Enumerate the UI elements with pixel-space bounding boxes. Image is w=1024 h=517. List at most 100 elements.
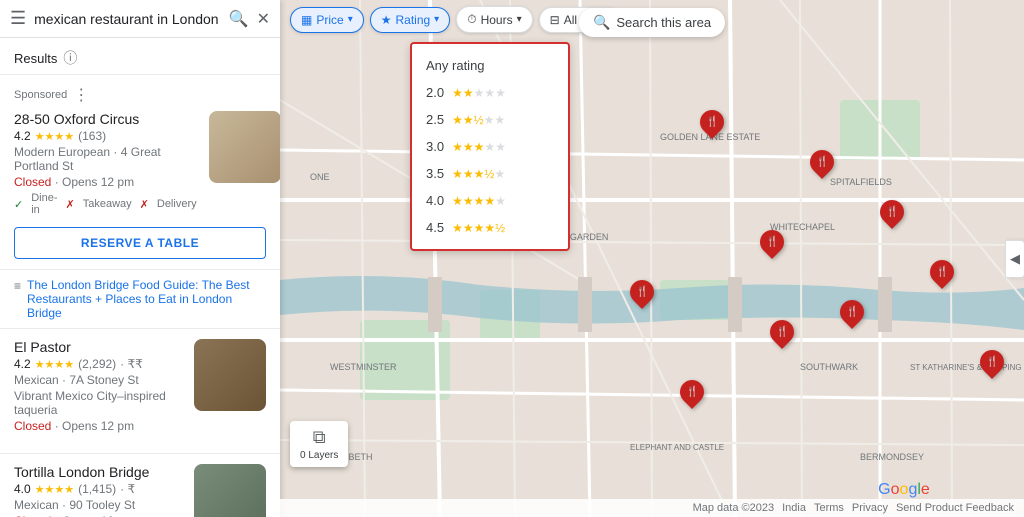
sponsored-type: Modern European · 4 Great Portland St	[14, 145, 201, 173]
map-pin-5[interactable]: 🍴	[840, 300, 864, 324]
map-pin-2[interactable]: 🍴	[810, 150, 834, 174]
rating-tortilla: 4.0	[14, 482, 31, 496]
filters-icon: ⊟	[550, 13, 560, 27]
desc-el-pastor: Vibrant Mexico City–inspired taqueria	[14, 389, 186, 417]
sponsored-thumbnail	[209, 111, 280, 183]
layers-label: 0 Layers	[300, 450, 338, 461]
map-pin-1[interactable]: 🍴	[700, 110, 724, 134]
stars-tortilla: ★★★★	[35, 483, 74, 496]
map-area[interactable]: SPITALFIELDS ONE SOUTHWARK WESTMINSTER L…	[280, 0, 1024, 517]
sponsored-features: ✓Dine-in ✗Takeaway ✗Delivery	[14, 192, 201, 216]
layers-button[interactable]: ⧉ 0 Layers	[290, 421, 348, 467]
sponsored-status: Closed · Opens 12 pm	[14, 175, 201, 189]
place-item-tortilla[interactable]: Tortilla London Bridge 4.0 ★★★★ (1,415) …	[0, 454, 280, 517]
rating-value-25: 2.5	[426, 112, 444, 127]
sponsored-rating: 4.2	[14, 129, 31, 143]
reviews-tortilla: (1,415)	[78, 482, 116, 496]
search-input[interactable]	[34, 11, 221, 27]
svg-text:SPITALFIELDS: SPITALFIELDS	[830, 177, 892, 187]
results-list: Sponsored ⋮ 28-50 Oxford Circus 4.2 ★★★★…	[0, 75, 280, 517]
blog-item[interactable]: ≡ The London Bridge Food Guide: The Best…	[0, 270, 280, 329]
price-chevron: ▾	[348, 14, 353, 25]
search-area-icon: 🔍	[593, 14, 610, 31]
rating-value-2: 2.0	[426, 85, 444, 100]
rating-value-35: 3.5	[426, 166, 444, 181]
svg-text:ELEPHANT AND CASTLE: ELEPHANT AND CASTLE	[630, 443, 724, 452]
svg-text:ONE: ONE	[310, 172, 330, 182]
rating-value-4: 4.0	[426, 193, 444, 208]
hours-filter-button[interactable]: ⏱ Hours ▾	[456, 6, 532, 33]
send-feedback-link[interactable]: Send Product Feedback	[896, 502, 1014, 514]
rating-filter-button[interactable]: ★ Rating ▾	[370, 7, 450, 33]
price-label: Price	[316, 13, 343, 27]
rating-label: Rating	[395, 13, 430, 27]
thumbnail-tortilla	[194, 464, 266, 517]
price-icon: ▦	[301, 13, 312, 27]
rating-option-35[interactable]: 3.5 ★★★½★	[412, 160, 568, 187]
rating-option-any[interactable]: Any rating	[412, 52, 568, 79]
map-pin-10[interactable]: 🍴	[980, 350, 1004, 374]
rating-option-4[interactable]: 4.0 ★★★★★	[412, 187, 568, 214]
sponsored-card[interactable]: 28-50 Oxford Circus 4.2 ★★★★ (163) Moder…	[14, 111, 266, 219]
rating-stars-35: ★★★½★	[452, 167, 505, 181]
close-icon[interactable]: ✕	[257, 9, 270, 29]
blog-icon: ≡	[14, 279, 21, 293]
svg-text:WESTMINSTER: WESTMINSTER	[330, 362, 397, 372]
map-data-label: Map data ©2023	[693, 502, 775, 514]
place-item-el-pastor[interactable]: El Pastor 4.2 ★★★★ (2,292) · ₹₹ Mexican …	[0, 329, 280, 454]
rating-stars-4: ★★★★★	[452, 194, 506, 208]
hamburger-icon[interactable]: ☰	[10, 8, 26, 29]
search-area-label: Search this area	[616, 15, 711, 30]
rating-any-label: Any rating	[426, 58, 485, 73]
rating-option-3[interactable]: 3.0 ★★★★★	[412, 133, 568, 160]
rating-option-45[interactable]: 4.5 ★★★★½	[412, 214, 568, 241]
google-logo: Google	[878, 481, 930, 499]
collapse-panel-button[interactable]: ◀	[1005, 240, 1024, 278]
stars-el-pastor: ★★★★	[35, 358, 74, 371]
hours-label: Hours	[481, 13, 513, 27]
rating-chevron: ▾	[434, 14, 439, 25]
sponsored-menu-icon[interactable]: ⋮	[73, 85, 89, 105]
info-icon[interactable]: ⓘ	[63, 48, 77, 68]
privacy-link[interactable]: Privacy	[852, 502, 888, 514]
rating-value-45: 4.5	[426, 220, 444, 235]
reviews-el-pastor: (2,292)	[78, 357, 116, 371]
rating-option-2[interactable]: 2.0 ★★★★★	[412, 79, 568, 106]
currency-el-pastor: · ₹₹	[120, 357, 143, 371]
currency-tortilla: · ₹	[120, 482, 135, 496]
type-tortilla: Mexican · 90 Tooley St	[14, 498, 186, 512]
svg-text:SOUTHWARK: SOUTHWARK	[800, 362, 858, 372]
sponsored-label: Sponsored	[14, 89, 67, 101]
search-icon[interactable]: 🔍	[229, 9, 249, 29]
sponsored-reviews: (163)	[78, 129, 106, 143]
map-pin-9[interactable]: 🍴	[680, 380, 704, 404]
svg-text:ST KATHARINE'S & WAPPING: ST KATHARINE'S & WAPPING	[910, 363, 1022, 372]
map-background: SPITALFIELDS ONE SOUTHWARK WESTMINSTER L…	[280, 0, 1024, 517]
rating-stars-3: ★★★★★	[452, 140, 506, 154]
status-el-pastor: Closed · Opens 12 pm	[14, 419, 186, 433]
rating-option-25[interactable]: 2.5 ★★½★★	[412, 106, 568, 133]
svg-text:BERMONDSEY: BERMONDSEY	[860, 452, 924, 462]
rating-stars-45: ★★★★½	[452, 221, 505, 235]
rating-stars-25: ★★½★★	[452, 113, 505, 127]
search-area-button[interactable]: 🔍 Search this area	[579, 8, 725, 37]
rating-stars-2: ★★★★★	[452, 86, 506, 100]
clock-icon: ⏱	[467, 12, 476, 27]
map-pin-8[interactable]: 🍴	[930, 260, 954, 284]
terms-link[interactable]: Terms	[814, 502, 844, 514]
map-pin-7[interactable]: 🍴	[630, 280, 654, 304]
results-title: Results	[14, 51, 57, 66]
map-bottom-bar: Map data ©2023 India Terms Privacy Send …	[280, 499, 1024, 517]
map-pin-4[interactable]: 🍴	[760, 230, 784, 254]
type-el-pastor: Mexican · 7A Stoney St	[14, 373, 186, 387]
price-filter-button[interactable]: ▦ Price ▾	[290, 7, 364, 33]
sponsored-stars: ★★★★	[35, 130, 74, 143]
rating-el-pastor: 4.2	[14, 357, 31, 371]
map-pin-3[interactable]: 🍴	[880, 200, 904, 224]
rating-dropdown: Any rating 2.0 ★★★★★ 2.5 ★★½★★ 3.0 ★★★★★…	[410, 42, 570, 251]
collapse-arrow-icon: ◀	[1010, 251, 1020, 266]
star-icon: ★	[381, 13, 392, 27]
thumbnail-el-pastor	[194, 339, 266, 411]
map-pin-6[interactable]: 🍴	[770, 320, 794, 344]
reserve-table-button[interactable]: RESERVE A TABLE	[14, 227, 266, 259]
